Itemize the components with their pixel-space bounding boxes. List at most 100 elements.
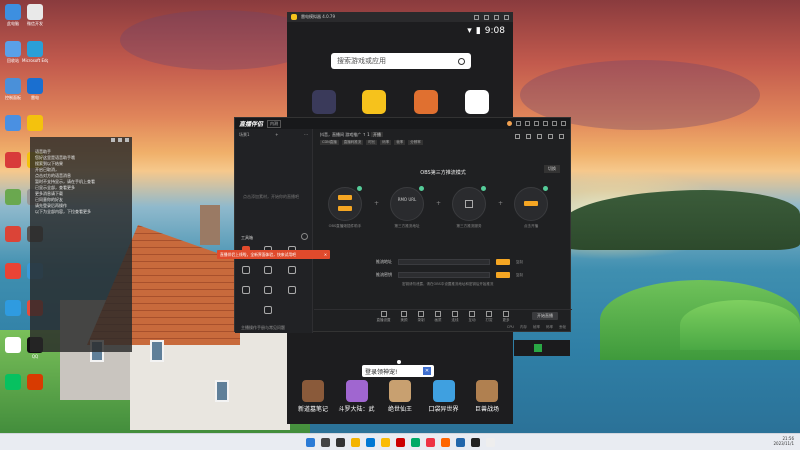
toolbar-item[interactable]: 美颜 [401,310,408,323]
copy-key-button[interactable] [496,272,510,278]
message-icon[interactable] [516,121,521,126]
game-icon [432,380,455,402]
toolbox-settings-icon[interactable] [301,233,308,240]
emulator-side-bar [514,340,570,356]
taskbar-app-icon[interactable] [380,437,390,447]
plus-icon: + [374,200,380,207]
taskbar-app-icon[interactable] [365,437,375,447]
game-tile[interactable]: 斗罗大陆：武 [337,380,377,413]
notification-toast[interactable]: 直播伴侣上线啦，全新界面体验，快来试用吧 ✕ [217,250,330,259]
minimize-icon[interactable] [118,138,122,142]
toolbar-item[interactable]: 录制 [418,310,425,323]
scene-tab[interactable]: + [275,132,278,138]
layout-icon[interactable] [526,134,531,139]
avatar[interactable] [507,121,512,126]
battery-icon: ▮ [475,26,481,36]
taskbar-app-icon[interactable] [440,437,450,447]
qq-app[interactable] [465,90,489,114]
taskbar-app-icon[interactable] [470,437,480,447]
taskbar-app-icon[interactable] [395,437,405,447]
desktop-icon[interactable]: 雷电 [22,78,48,100]
desktop-icon[interactable] [22,374,48,391]
minimize-icon[interactable] [484,14,489,20]
copy-url-button[interactable] [496,259,510,265]
push-url-label: 推流地址 [376,259,392,264]
tool-item[interactable] [259,306,277,315]
system-tray-clock[interactable]: 21:56 2023/11/1 [773,436,794,446]
taskbar-app-icon[interactable] [410,437,420,447]
obs-button[interactable] [338,195,352,200]
settings-icon[interactable] [534,121,539,126]
desktop-icon[interactable]: 微信开发 [22,4,48,26]
game-tile[interactable]: 巨兽战场 [467,380,507,413]
game-label: 巨兽战场 [474,406,499,413]
promo-banner[interactable]: 登录领神宠! ✕ [362,365,434,377]
tool-icon [264,306,272,314]
minimize-icon[interactable] [543,121,548,126]
toolbar-label: 打赏 [485,317,493,322]
switch-mode-button[interactable]: 切换 [544,165,560,173]
tool-item[interactable] [283,266,301,275]
close-icon[interactable] [125,138,129,142]
scene-tab[interactable]: ··· [304,132,308,138]
sidebar-footer[interactable]: 主播操作手册与常见问题 [241,325,285,331]
close-icon[interactable] [561,121,566,126]
game-label: 口袋异世界 [428,406,459,413]
tool-item[interactable] [259,266,277,275]
check-badge-icon [419,186,424,191]
game-tile[interactable]: 新道墓笔记 [293,380,333,413]
gift-icon[interactable] [525,121,530,126]
tool-item[interactable] [237,266,255,275]
obs-button[interactable] [338,206,352,211]
toolbar-item[interactable]: 更多 [502,310,510,323]
desktop-icon[interactable] [22,115,48,132]
maximize-icon[interactable] [494,14,499,20]
settings-icon[interactable] [474,14,479,20]
tool-item[interactable] [259,286,277,295]
screenshot-icon[interactable] [515,134,520,139]
go-live-node-button[interactable] [524,201,538,206]
toolbar-item[interactable]: 画质 [435,310,442,323]
close-icon[interactable] [504,14,509,20]
start-icon[interactable] [305,437,315,447]
toolbar-item[interactable]: 打赏 [485,310,493,323]
settings-icon[interactable] [537,134,542,139]
tool-item[interactable] [237,286,255,295]
toolbar-item[interactable]: 连线 [452,310,459,323]
search-icon[interactable] [458,57,465,65]
toolbar-item[interactable]: 直播设置 [377,310,391,323]
go-live-tag[interactable]: 开播 [371,132,383,137]
taskbar-app-icon[interactable] [350,437,360,447]
taskbar-app-icon[interactable] [455,437,465,447]
push-key-label: 推流密钥 [376,272,392,277]
game-icon [302,380,324,402]
toolbar-label: 更多 [502,317,510,322]
pin-icon[interactable] [111,138,115,142]
search-input[interactable]: 搜索游戏或应用 [331,53,471,69]
taskbar-app-icon[interactable] [335,437,345,447]
game-center-app[interactable] [362,90,386,114]
toolbar-item[interactable]: 互动 [469,310,476,323]
game-app[interactable] [414,90,438,114]
taskbar-app-icon[interactable] [320,437,330,447]
maximize-icon[interactable] [552,121,557,126]
scene-tab[interactable]: 场景1 [239,132,250,138]
toast-close-icon[interactable]: ✕ [324,252,327,257]
app-folder[interactable] [312,90,336,114]
copy-key-label[interactable]: 复制 [516,273,523,278]
push-url-field[interactable] [398,259,490,265]
taskbar-app-icon[interactable] [425,437,435,447]
taskbar-app-icon[interactable] [485,437,495,447]
start-live-button[interactable]: 开始直播 [532,312,558,320]
banner-close-button[interactable]: ✕ [423,367,431,375]
flow-node [390,187,424,221]
tool-item[interactable] [283,286,301,295]
push-key-field[interactable] [398,272,490,278]
scene-sidebar: 场景1 + ··· 点击添加素材，开始你的直播吧 工具箱 主播操作手册与常见问题 [235,129,313,333]
copy-url-label[interactable]: 复制 [516,260,523,265]
share-icon[interactable] [559,134,564,139]
game-tile[interactable]: 口袋异世界 [424,380,464,413]
desktop-icon[interactable]: Microsoft Edge [22,41,48,63]
bell-icon[interactable] [548,134,553,139]
game-tile[interactable]: 绝世仙王 [380,380,420,413]
